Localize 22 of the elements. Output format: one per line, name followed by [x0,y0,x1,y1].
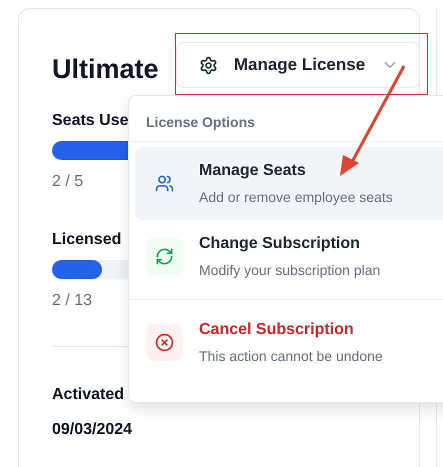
item-title: Change Subscription [199,234,361,254]
plan-title: Ultimate [52,53,159,85]
menu-item[interactable]: Cancel Subscription This action cannot be undone [129,299,443,385]
settings-icon [199,56,218,74]
menu-item[interactable]: Change Subscription Modify your subscription plan [135,220,443,293]
cancel-icon [155,333,174,352]
metric-label: Seats Use [52,111,128,131]
item-subtitle: Modify your subscription plan [199,261,380,279]
refresh-icon [155,247,174,266]
item-title: Manage Seats [199,161,307,181]
usage-reading: 2 / 13 [52,291,92,311]
item-subtitle: Add or remove employee seats [199,188,393,206]
activated-date: 09/03/2024 [52,420,132,440]
item-subtitle: This action cannot be undone [199,347,383,365]
metric-label: Licensed [52,230,122,250]
menu-header: License Options [129,102,443,142]
item-title: Cancel Subscription [199,320,355,340]
menu-item[interactable]: Manage Seats Add or remove employee seats [135,147,443,220]
usage-reading: 2 / 5 [52,172,84,192]
manage-license-button[interactable]: Manage License [176,42,420,88]
activated-label: Activated [52,385,124,405]
users-icon [155,174,174,193]
